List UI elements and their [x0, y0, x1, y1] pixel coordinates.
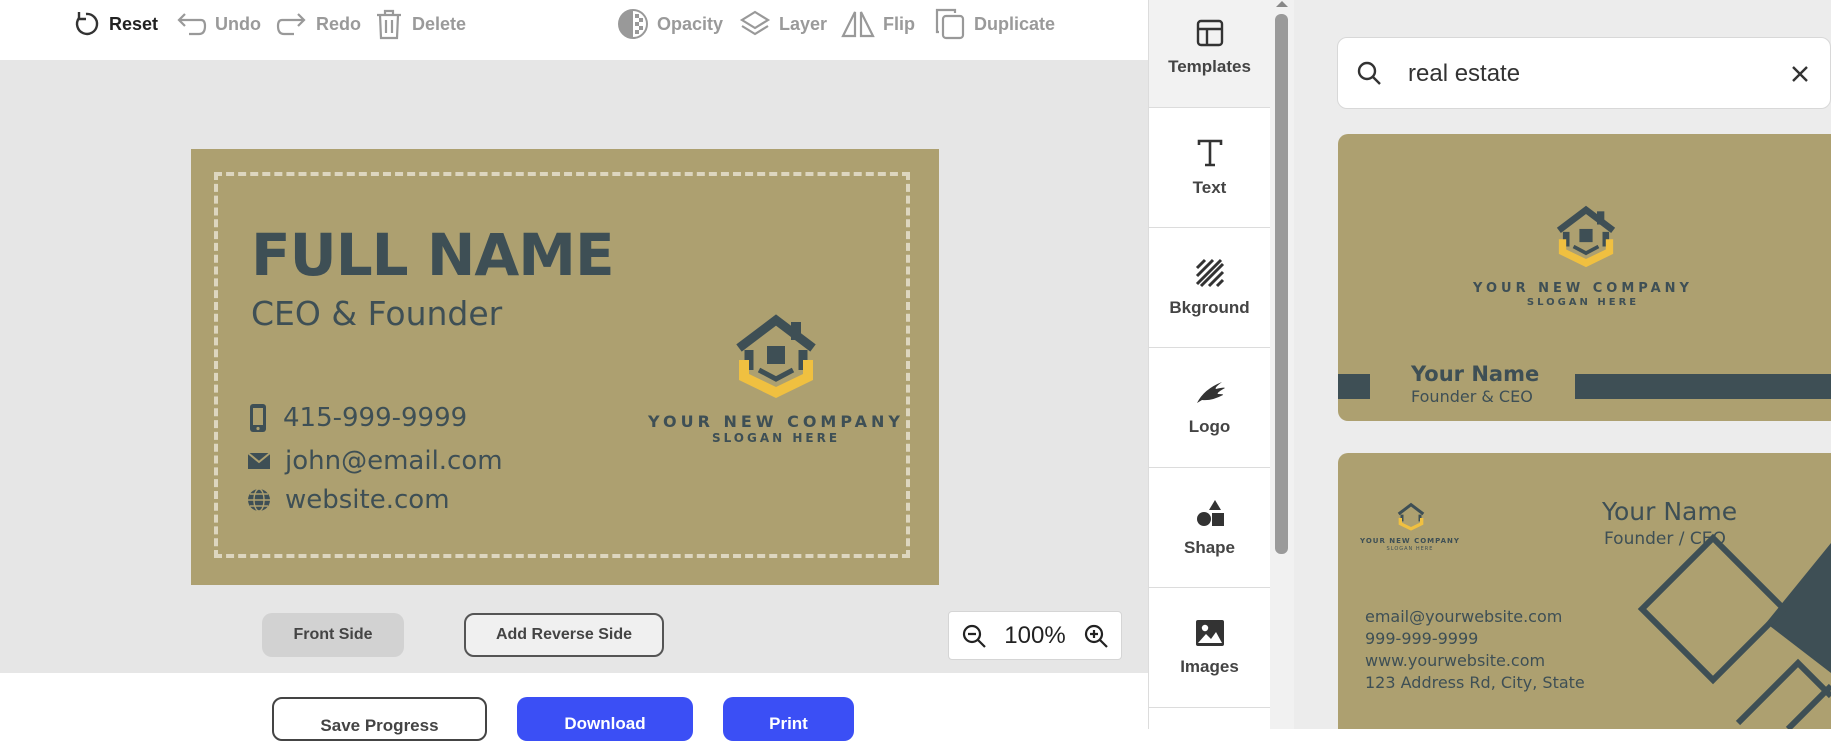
template-search-box	[1337, 37, 1831, 109]
card-full-name[interactable]: FULL NAME	[251, 221, 615, 289]
sidebar-item-templates[interactable]: Templates	[1149, 0, 1270, 108]
images-icon	[1195, 619, 1224, 646]
template-slogan: SLOGAN HERE	[1526, 297, 1640, 308]
flip-button[interactable]: Flip	[841, 0, 915, 48]
download-button[interactable]: Download	[517, 697, 693, 741]
save-progress-button[interactable]: Save Progress	[272, 697, 487, 741]
duplicate-label: Duplicate	[974, 13, 1056, 34]
redo-icon	[276, 13, 306, 36]
tool-sidebar: Templates Text Bkground Logo Shape Image…	[1148, 0, 1270, 729]
zoom-control: 100%	[948, 611, 1122, 660]
redo-button[interactable]: Redo	[276, 0, 361, 48]
card-company-name[interactable]: YOUR NEW COMPANY	[641, 412, 911, 431]
sidebar-item-shape[interactable]: Shape	[1149, 468, 1270, 588]
card-slogan[interactable]: SLOGAN HERE	[641, 431, 911, 445]
sidebar-item-label: Bkground	[1169, 297, 1250, 317]
template-slogan: SLOGAN HERE	[1386, 546, 1434, 552]
opacity-label: Opacity	[657, 13, 724, 34]
template-company-name: YOUR NEW COMPANY	[1360, 537, 1460, 545]
template-email: email@yourwebsite.com	[1365, 607, 1563, 626]
undo-label: Undo	[215, 13, 261, 34]
template-name: Your Name	[1411, 362, 1540, 386]
add-reverse-side-button[interactable]: Add Reverse Side	[464, 613, 664, 657]
sidebar-item-logo[interactable]: Logo	[1149, 348, 1270, 468]
sidebar-item-label: Images	[1180, 656, 1239, 676]
delete-button[interactable]: Delete	[374, 0, 466, 48]
front-side-button[interactable]: Front Side	[262, 613, 404, 657]
house-logo-icon[interactable]	[731, 312, 821, 402]
sidebar-item-images[interactable]: Images	[1149, 588, 1270, 708]
scrollbar-thumb[interactable]	[1275, 14, 1288, 554]
template-address: 123 Address Rd, City, State	[1365, 673, 1585, 692]
template-accent-bar-right	[1575, 374, 1831, 399]
reset-icon	[75, 12, 99, 36]
zoom-out-icon[interactable]	[961, 623, 987, 649]
template-role: Founder & CEO	[1411, 387, 1533, 406]
undo-button[interactable]: Undo	[175, 0, 261, 48]
background-icon	[1195, 258, 1224, 287]
card-email: john@email.com	[285, 446, 503, 476]
layer-label: Layer	[779, 13, 828, 34]
phone-icon	[250, 404, 266, 432]
shape-icon	[1196, 499, 1224, 526]
undo-icon	[177, 13, 207, 36]
zoom-level: 100%	[1004, 621, 1066, 649]
layers-icon	[739, 10, 771, 36]
globe-icon	[248, 488, 270, 512]
templates-icon	[1196, 19, 1223, 46]
opacity-icon	[618, 9, 648, 39]
clear-search-icon[interactable]	[1790, 64, 1810, 84]
card-email-row[interactable]: john@email.com	[247, 446, 503, 476]
template-card-1[interactable]: YOUR NEW COMPANY SLOGAN HERE Your Name F…	[1338, 134, 1831, 421]
print-button[interactable]: Print	[723, 697, 854, 741]
search-icon	[1357, 61, 1381, 85]
sidebar-item-label: Text	[1192, 177, 1227, 197]
reset-button[interactable]: Reset	[71, 0, 158, 48]
logo-icon	[1196, 381, 1225, 403]
card-phone: 415-999-9999	[283, 403, 468, 433]
template-phone: 999-999-9999	[1365, 629, 1479, 648]
business-card-canvas[interactable]: FULL NAME CEO & Founder 415-999-9999 joh…	[191, 149, 939, 585]
sidebar-scrollbar[interactable]	[1270, 0, 1294, 729]
scroll-up-arrow-icon[interactable]	[1275, 0, 1289, 8]
template-website: www.yourwebsite.com	[1365, 651, 1546, 670]
template-card-2[interactable]: YOUR NEW COMPANY SLOGAN HERE Your Name F…	[1338, 453, 1831, 729]
sidebar-item-label: Shape	[1183, 537, 1236, 557]
opacity-button[interactable]: Opacity	[617, 0, 723, 48]
house-logo-icon	[1556, 205, 1616, 268]
sidebar-item-text[interactable]: Text	[1149, 108, 1270, 228]
text-icon	[1197, 139, 1222, 166]
editor-toolbar: Reset Undo Redo Delete Opacity Layer Fli…	[0, 0, 1148, 61]
card-website-row[interactable]: website.com	[247, 485, 450, 515]
delete-label: Delete	[412, 13, 467, 34]
sidebar-item-label: Logo	[1188, 416, 1231, 436]
template-diamond-graphic	[1637, 533, 1831, 729]
mail-icon	[247, 452, 271, 469]
sidebar-item-label: Templates	[1168, 56, 1251, 76]
zoom-in-icon[interactable]	[1083, 623, 1109, 649]
duplicate-icon	[935, 8, 965, 40]
template-accent-bar-left	[1338, 374, 1370, 399]
template-company-name: YOUR NEW COMPANY	[1473, 281, 1693, 296]
redo-label: Redo	[316, 13, 361, 34]
layer-button[interactable]: Layer	[739, 0, 827, 48]
card-phone-row[interactable]: 415-999-9999	[247, 403, 467, 433]
card-website: website.com	[285, 485, 450, 515]
card-job-title[interactable]: CEO & Founder	[251, 294, 502, 333]
flip-icon	[841, 11, 875, 38]
template-search-input[interactable]	[1406, 50, 1750, 98]
house-logo-icon	[1397, 502, 1425, 531]
reset-label: Reset	[109, 13, 159, 34]
sidebar-item-background[interactable]: Bkground	[1149, 228, 1270, 348]
trash-icon	[377, 9, 401, 40]
flip-label: Flip	[883, 13, 915, 34]
duplicate-button[interactable]: Duplicate	[934, 0, 1055, 48]
